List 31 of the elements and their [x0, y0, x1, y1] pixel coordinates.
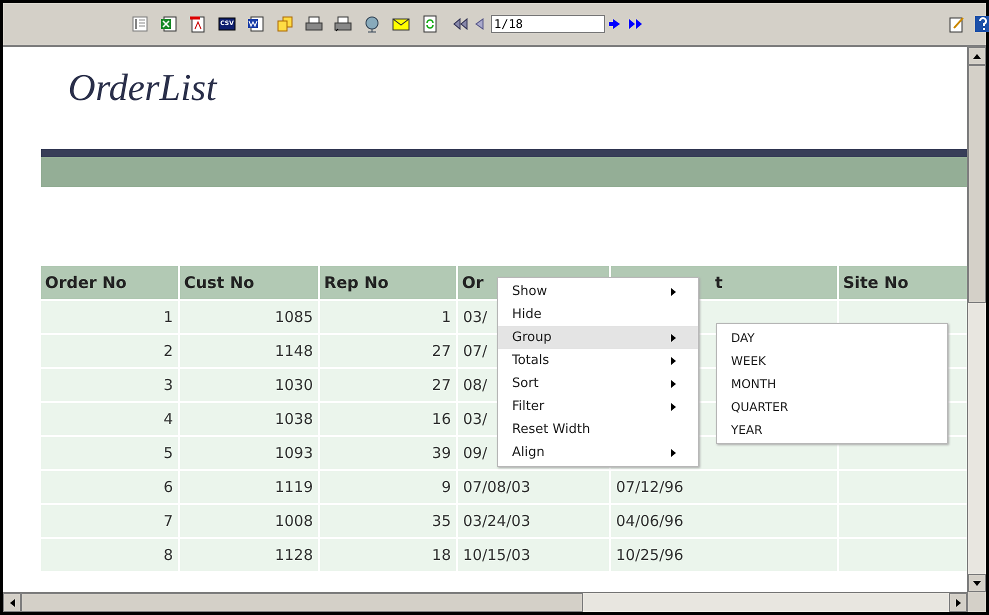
table-cell: 39 [320, 437, 456, 469]
table-cell: 5 [41, 437, 178, 469]
table-cell: 10/25/96 [611, 539, 837, 571]
table-cell: 1030 [180, 369, 318, 401]
table-cell: 07/12/96 [611, 471, 837, 503]
table-cell: 1128 [180, 539, 318, 571]
table-cell: 3 [41, 369, 178, 401]
table-cell: 1008 [180, 505, 318, 537]
table-cell: 1119 [180, 471, 318, 503]
table-cell: 8 [41, 539, 178, 571]
table-cell: 4 [41, 403, 178, 435]
table-cell: 1 [320, 301, 456, 333]
table-cell: 2 [41, 335, 178, 367]
table-cell: 10/15/03 [458, 539, 609, 571]
table-cell: 1085 [180, 301, 318, 333]
table-cell: 27 [320, 335, 456, 367]
table-cell: 1093 [180, 437, 318, 469]
table-cell: 1148 [180, 335, 318, 367]
table-cell: 1 [41, 301, 178, 333]
table-cell: 1038 [180, 403, 318, 435]
table-cell: 18 [320, 539, 456, 571]
table-cell: 9 [320, 471, 456, 503]
report-title: OrderList [68, 69, 217, 107]
table-cell: 35 [320, 505, 456, 537]
table-cell: 03/24/03 [458, 505, 609, 537]
table-cell: 7 [41, 505, 178, 537]
table-cell: 04/06/96 [611, 505, 837, 537]
table-cell: 07/08/03 [458, 471, 609, 503]
table-cell: 6 [41, 471, 178, 503]
table-cell: 16 [320, 403, 456, 435]
table-cell: 27 [320, 369, 456, 401]
